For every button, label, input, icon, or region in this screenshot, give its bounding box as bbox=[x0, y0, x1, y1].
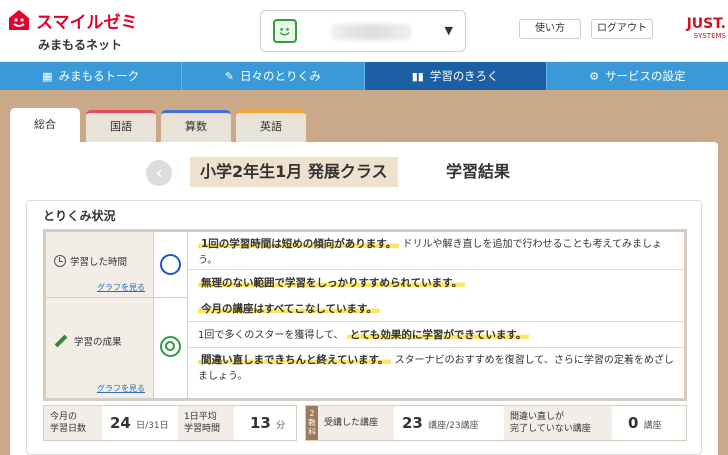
avg-unit: 分 bbox=[276, 421, 286, 431]
just-logo-main: JUST. bbox=[686, 16, 726, 32]
pencil-note-icon: ✎ bbox=[224, 70, 234, 83]
howto-button[interactable]: 使い方 bbox=[519, 19, 581, 39]
tab-sansu[interactable]: 算数 bbox=[161, 110, 231, 142]
review-number: 0 bbox=[628, 414, 639, 432]
keyboard-icon: ▦ bbox=[42, 70, 53, 83]
comment-result-2: 1回で多くのスターを獲得して、 とても効果的に学習ができています。 bbox=[188, 324, 684, 348]
avg-number: 13 bbox=[250, 414, 271, 432]
logout-button[interactable]: ログアウト bbox=[591, 19, 653, 39]
double-circle-mark-icon bbox=[160, 336, 181, 357]
nav-item-daily[interactable]: ✎ 日々のとりくみ bbox=[182, 62, 365, 90]
status-section: とりくみ状況 学習した時間 グラフを見る 学習の成果 グラフを見る 1回の学習時… bbox=[26, 200, 702, 455]
status-heading: とりくみ状況 bbox=[43, 209, 116, 223]
nav-item-learning-record[interactable]: ▮▮ 学習のきろく bbox=[364, 62, 547, 95]
tab-eigo[interactable]: 英語 bbox=[236, 110, 306, 142]
days-label: 今月の 学習日数 bbox=[44, 406, 102, 440]
clock-icon bbox=[54, 255, 66, 267]
main-area: 総合 国語 算数 英語 ‹ 小学2年生1月 発展クラス 学習結果 とりくみ状況 … bbox=[0, 90, 728, 455]
pencil-icon bbox=[54, 334, 68, 348]
comment-time-2: 無理のない範囲で学習をしっかりすすめられています。 bbox=[188, 272, 684, 296]
comment-result-1: 今月の講座はすべてこなしています。 bbox=[188, 298, 684, 322]
tab-kokugo[interactable]: 国語 bbox=[86, 110, 156, 142]
page-title-period: 小学2年生1月 発展クラス bbox=[190, 157, 398, 187]
nav-item-service-settings[interactable]: ⚙ サービスの設定 bbox=[547, 62, 728, 90]
header: スマイルゼミ みまもるネット ▼ 使い方 ログアウト JUST. SYSTEMS bbox=[0, 0, 728, 62]
row-label-result: 学習の成果 グラフを見る bbox=[46, 298, 154, 398]
comment-highlight: 間違い直しまできちんと終えています。 bbox=[198, 354, 392, 366]
gear-icon: ⚙ bbox=[589, 70, 600, 83]
stats-box-days-time: 今月の 学習日数 24 日/31日 1日平均 学習時間 13 分 bbox=[43, 405, 297, 441]
logo-main-text: スマイルゼミ bbox=[36, 13, 138, 33]
time-graph-link[interactable]: グラフを見る bbox=[97, 282, 145, 293]
circle-mark-icon bbox=[160, 254, 181, 275]
review-unit: 講座 bbox=[643, 421, 662, 431]
previous-month-button[interactable]: ‹ bbox=[146, 160, 172, 186]
child-selector[interactable]: ▼ bbox=[260, 10, 466, 52]
comment-text: 1回で多くのスターを獲得して、 bbox=[198, 330, 344, 341]
result-label-wrap: 学習の成果 bbox=[54, 334, 122, 348]
tab-general[interactable]: 総合 bbox=[10, 108, 80, 142]
status-table: 学習した時間 グラフを見る 学習の成果 グラフを見る 1回の学習時間は短めの傾向… bbox=[43, 229, 687, 401]
nav-item-mimamoru-talk[interactable]: ▦ みまもるトーク bbox=[0, 62, 183, 90]
time-mark-cell bbox=[154, 232, 188, 298]
logo-sub-text: みまもるネット bbox=[38, 38, 123, 52]
comment-highlight: 今月の講座はすべてこなしています。 bbox=[198, 303, 380, 315]
days-label-line2: 学習日数 bbox=[50, 424, 87, 434]
avg-label-line2: 学習時間 bbox=[184, 424, 221, 434]
comment-highlight: 1回の学習時間は短めの傾向があります。 bbox=[198, 238, 400, 250]
subject-count-badge: 2教科 bbox=[306, 406, 318, 440]
result-mark-cell bbox=[154, 298, 188, 398]
days-number: 24 bbox=[110, 414, 131, 432]
result-graph-link[interactable]: グラフを見る bbox=[97, 383, 145, 394]
nav-item-label: みまもるトーク bbox=[58, 69, 140, 83]
justsystems-logo: JUST. SYSTEMS bbox=[672, 16, 726, 46]
nav-item-label: サービスの設定 bbox=[605, 69, 686, 83]
time-label-wrap: 学習した時間 bbox=[54, 254, 127, 268]
comment-result-3: 間違い直しまできちんと終えています。 スターナビのおすすめを復習して、さらに学習… bbox=[188, 350, 684, 398]
stats-box-courses: 2教科 受講した講座 23 講座/23講座 間違い直しが 完了していない講座 0… bbox=[305, 405, 687, 441]
courses-value: 23 講座/23講座 bbox=[402, 406, 479, 440]
review-label-line2: 完了していない講座 bbox=[510, 424, 591, 434]
stats-row: 今月の 学習日数 24 日/31日 1日平均 学習時間 13 分 2教科 受講し… bbox=[43, 405, 687, 441]
results-panel: ‹ 小学2年生1月 発展クラス 学習結果 とりくみ状況 学習した時間 グラフを見… bbox=[10, 142, 718, 455]
days-unit: 日/31日 bbox=[136, 421, 169, 431]
smile-face-icon bbox=[273, 19, 297, 43]
comment-time-1: 1回の学習時間は短めの傾向があります。 ドリルや解き直しを追加で行わせることも考… bbox=[188, 234, 684, 270]
bar-chart-icon: ▮▮ bbox=[411, 70, 424, 83]
courses-label: 受講した講座 bbox=[318, 406, 394, 440]
page-title-suffix: 学習結果 bbox=[446, 162, 511, 181]
avg-value: 13 分 bbox=[250, 406, 285, 440]
result-label: 学習の成果 bbox=[74, 337, 122, 348]
time-label: 学習した時間 bbox=[70, 257, 128, 268]
avg-label-line1: 1日平均 bbox=[184, 412, 217, 422]
comment-highlight: 無理のない範囲で学習をしっかりすすめられています。 bbox=[198, 277, 466, 289]
nav-item-label: 学習のきろく bbox=[429, 69, 499, 83]
comment-highlight: とても効果的に学習ができています。 bbox=[346, 329, 530, 341]
days-label-line1: 今月の bbox=[50, 412, 78, 422]
title-row: ‹ 小学2年生1月 発展クラス 学習結果 bbox=[10, 154, 718, 190]
main-nav: ▦ みまもるトーク ✎ 日々のとりくみ ▮▮ 学習のきろく ⚙ サービスの設定 bbox=[0, 62, 728, 95]
review-label-line1: 間違い直しが bbox=[510, 412, 565, 422]
review-label: 間違い直しが 完了していない講座 bbox=[504, 406, 612, 440]
nav-item-label: 日々のとりくみ bbox=[240, 69, 321, 83]
smile-house-icon bbox=[9, 10, 29, 30]
days-value: 24 日/31日 bbox=[110, 406, 169, 440]
row-label-time: 学習した時間 グラフを見る bbox=[46, 232, 154, 298]
smilezemi-logo[interactable]: スマイルゼミ みまもるネット bbox=[6, 6, 146, 56]
just-logo-sub: SYSTEMS bbox=[693, 32, 726, 40]
courses-unit: 講座/23講座 bbox=[428, 421, 479, 431]
chevron-down-icon: ▼ bbox=[444, 24, 453, 37]
avg-label: 1日平均 学習時間 bbox=[178, 406, 234, 440]
review-value: 0 講座 bbox=[628, 406, 662, 440]
courses-number: 23 bbox=[402, 414, 423, 432]
child-name-redacted bbox=[331, 24, 411, 40]
